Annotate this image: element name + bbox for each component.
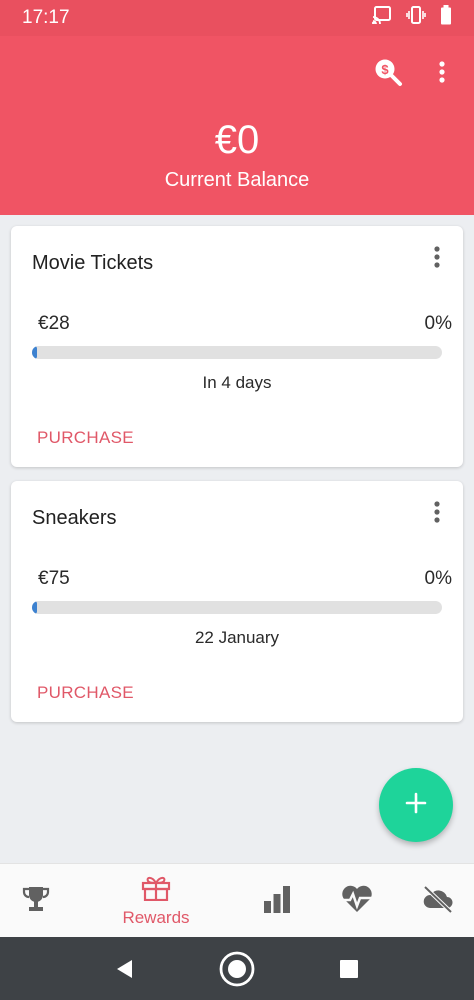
balance-header: $ €0 Current Balance [0,36,474,215]
status-bar: 17:17 [0,0,474,36]
plus-icon [404,791,428,820]
reward-title: Sneakers [32,507,117,529]
trophy-icon [21,884,51,919]
gift-icon [141,875,171,906]
home-icon[interactable] [217,949,257,989]
recents-icon[interactable] [329,949,369,989]
search-money-icon[interactable]: $ [370,54,406,90]
nav-item-statistics[interactable] [255,864,299,938]
nav-item-sync[interactable] [418,864,458,938]
svg-text:$: $ [381,62,389,77]
cast-icon [372,6,392,30]
heartbeat-icon [340,884,374,919]
back-icon[interactable] [104,949,144,989]
nav-item-achievements[interactable] [14,864,58,938]
more-vert-icon[interactable] [425,242,449,272]
reward-due: 22 January [194,628,280,647]
reward-price: €75 [38,568,70,589]
nav-item-rewards[interactable]: Rewards [110,864,202,938]
progress-fill [32,346,37,359]
status-time: 17:17 [22,7,70,28]
balance-label: Current Balance [164,169,310,191]
nav-label-rewards: Rewards [122,907,190,927]
cloud-off-icon [421,884,455,919]
purchase-button[interactable]: PURCHASE [37,683,134,703]
reward-percent: 0% [424,568,452,589]
progress-bar [32,601,442,614]
reward-price: €28 [38,313,70,334]
reward-card[interactable]: Movie Tickets €28 0% In 4 days PURCHASE [11,226,463,467]
bar-chart-icon [262,884,292,919]
battery-icon [440,5,452,31]
system-nav-bar [0,937,474,1000]
progress-bar [32,346,442,359]
nav-item-health[interactable] [337,864,377,938]
reward-due: In 4 days [202,373,272,392]
bottom-nav: Rewards [0,863,474,937]
more-vert-icon[interactable] [425,497,449,527]
reward-title: Movie Tickets [32,252,154,274]
reward-card[interactable]: Sneakers €75 0% 22 January PURCHASE [11,481,463,722]
vibrate-icon [406,6,426,30]
purchase-button[interactable]: PURCHASE [37,428,134,448]
reward-percent: 0% [424,313,452,334]
progress-fill [32,601,37,614]
add-reward-button[interactable] [379,768,453,842]
more-vert-icon[interactable] [424,54,460,90]
balance-amount: €0 [214,118,260,162]
